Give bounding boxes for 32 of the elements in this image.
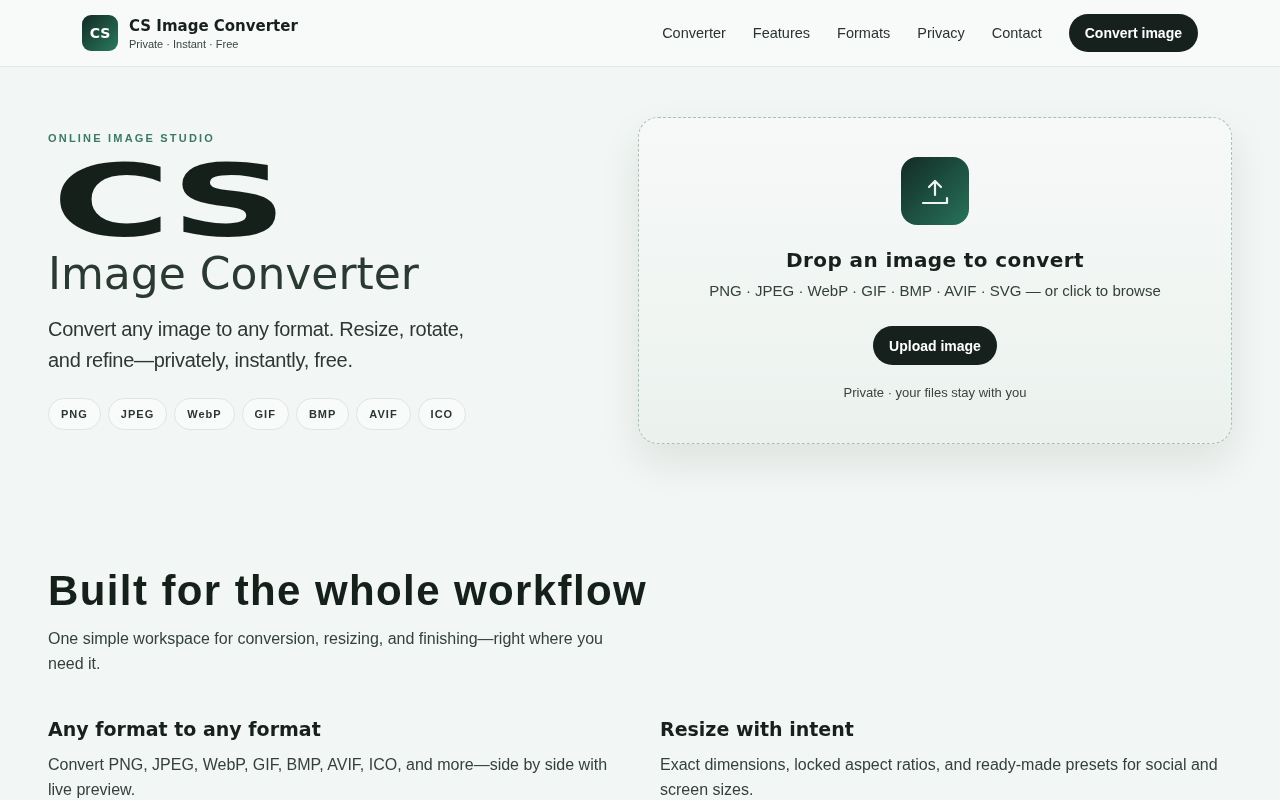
hero-title-mark: CS: [52, 163, 285, 240]
format-chip: PNG: [48, 397, 101, 430]
brand-title: CS Image Converter: [129, 16, 298, 35]
nav-link[interactable]: Features: [752, 25, 811, 41]
section-lead: One simple workspace for conversion, resizing, and finishing—right where you need it.: [48, 629, 604, 674]
logo-mark: CS: [82, 15, 118, 51]
nav-link[interactable]: Contact: [991, 25, 1042, 41]
convert-image-button[interactable]: Convert image: [1068, 14, 1198, 52]
hero-lead: Convert any image to any format. Resize, rotate, and refine—privately, instantly, free.: [48, 316, 465, 373]
brand-tagline: Private · Instant · Free: [129, 37, 240, 50]
format-chip: GIF: [241, 397, 289, 430]
format-chip: JPEG: [107, 397, 168, 430]
format-chip: ICO: [417, 397, 467, 430]
upload-image-button[interactable]: Upload image: [873, 326, 997, 365]
section-title: Built for the whole workflow: [48, 568, 648, 614]
nav-link[interactable]: Privacy: [917, 25, 965, 41]
feature-title: Resize with intent: [660, 717, 854, 742]
feature-text: Convert PNG, JPEG, WebP, GIF, BMP, AVIF, ICO, and more—side by side with live preview.: [48, 755, 609, 800]
eyebrow-label: ONLINE IMAGE STUDIO: [48, 131, 216, 144]
format-chip: WebP: [174, 397, 235, 430]
dropzone-title: Drop an image to convert: [786, 247, 1084, 273]
nav-link[interactable]: Converter: [662, 25, 726, 41]
dropzone-note: Private · your files stay with you: [843, 384, 1027, 402]
nav-link[interactable]: Formats: [837, 25, 891, 41]
hero-title: Image Converter: [48, 247, 419, 300]
format-chip: AVIF: [356, 397, 411, 430]
format-chip: BMP: [295, 397, 350, 430]
feature-title: Any format to any format: [48, 717, 321, 742]
dropzone[interactable]: Drop an image to convert PNG · JPEG · WebP · GIF · BMP · AVIF · SVG — or click to browse Upload image Private · your files stay with you: [638, 117, 1232, 444]
feature-text: Exact dimensions, locked aspect ratios, and ready-made presets for social and screen sizes.: [660, 755, 1219, 800]
dropzone-formats: PNG · JPEG · WebP · GIF · BMP · AVIF · SVG — or click to browse: [709, 281, 1161, 301]
upload-icon: [901, 157, 969, 225]
